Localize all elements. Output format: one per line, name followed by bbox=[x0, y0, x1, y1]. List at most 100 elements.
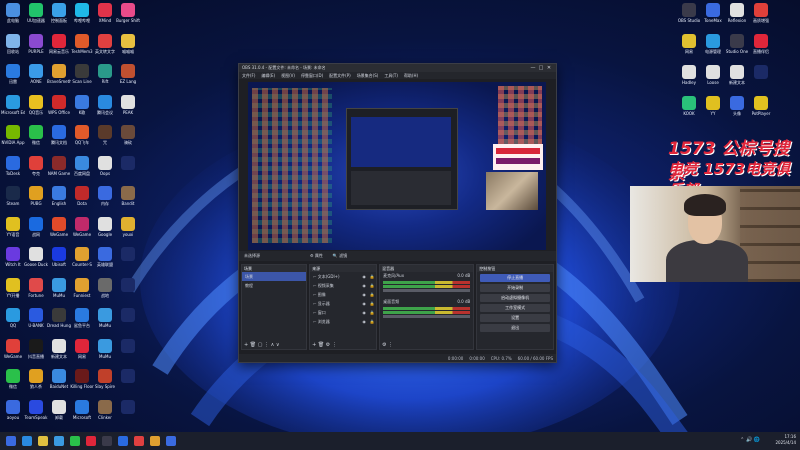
desktop-icon[interactable]: PUBG bbox=[24, 185, 48, 211]
desktop-icon[interactable]: WPS Office bbox=[47, 94, 71, 120]
taskbar-app-icon[interactable] bbox=[150, 436, 160, 446]
desktop-icon[interactable]: 腾讯文档 bbox=[47, 124, 71, 150]
desktop-icon[interactable]: XMind bbox=[93, 2, 117, 28]
taskbar-app-icon[interactable] bbox=[38, 436, 48, 446]
desktop-icon[interactable]: TeamSpeak bbox=[24, 399, 48, 425]
properties-button[interactable]: ⚙ 属性 bbox=[305, 253, 328, 259]
desktop-icon[interactable]: 鲨鱼平台 bbox=[70, 307, 94, 333]
desktop-icon[interactable]: Reflexion bbox=[725, 2, 749, 28]
desktop-icon[interactable]: 微信 bbox=[24, 124, 48, 150]
desktop-icon[interactable]: U-BANK bbox=[24, 307, 48, 333]
volume-slider[interactable] bbox=[383, 289, 471, 292]
desktop-icon[interactable]: BaiduNet bbox=[47, 368, 71, 394]
menu-profile[interactable]: 配置文件(P) bbox=[329, 73, 351, 79]
desktop-icon[interactable]: Studio One bbox=[725, 33, 749, 59]
desktop-icon[interactable]: 骑砍 bbox=[116, 124, 140, 150]
desktop-icon[interactable]: Clinker bbox=[93, 399, 117, 425]
stop-streaming-button[interactable]: 停止直播 bbox=[480, 274, 550, 282]
desktop-icon[interactable]: 迅雷 bbox=[1, 63, 25, 89]
desktop-icon[interactable]: 狼人杀 bbox=[24, 368, 48, 394]
maximize-button[interactable]: □ bbox=[537, 65, 545, 71]
menu-docks[interactable]: 停靠窗口(D) bbox=[301, 73, 323, 79]
scene-tools[interactable]: + 🗑 ▢ ⋮ ∧ ∨ bbox=[244, 342, 280, 348]
desktop-icon[interactable]: YY开播 bbox=[1, 277, 25, 303]
desktop-icon[interactable]: 哔哩哔哩 bbox=[70, 2, 94, 28]
source-tools[interactable]: + 🗑 ⚙ ⋮ bbox=[312, 342, 337, 348]
desktop-icon[interactable]: QQ bbox=[1, 307, 25, 333]
scene-item[interactable]: 场景 bbox=[242, 272, 307, 281]
desktop-icon[interactable]: WeGame bbox=[70, 216, 94, 242]
desktop-icon[interactable]: Ubisoft bbox=[47, 246, 71, 272]
desktop-icon[interactable]: Steam bbox=[1, 185, 25, 211]
menu-tools[interactable]: 工具(T) bbox=[384, 73, 398, 79]
source-item[interactable]: ⌐ 显示器 ◉ 🔒 bbox=[310, 299, 376, 308]
desktop-icon[interactable]: QQ飞车 bbox=[70, 124, 94, 150]
desktop-icon[interactable]: PEAK bbox=[116, 94, 140, 120]
desktop-icon[interactable]: BraveSmeth bbox=[47, 63, 71, 89]
desktop-icon[interactable]: Slay Spire bbox=[93, 368, 117, 394]
desktop-icon[interactable] bbox=[116, 338, 140, 364]
desktop-icon[interactable]: 网易 bbox=[677, 33, 701, 59]
desktop-icon[interactable]: MuMu bbox=[47, 277, 71, 303]
desktop-icon[interactable] bbox=[116, 399, 140, 425]
source-item[interactable]: ⌐ 窗口 ◉ 🔒 bbox=[310, 308, 376, 317]
desktop-icon[interactable]: youxi bbox=[116, 216, 140, 242]
desktop-icon[interactable]: 抖音直播 bbox=[24, 338, 48, 364]
desktop-icon[interactable]: Burger Shift bbox=[116, 2, 140, 28]
desktop-icon[interactable]: 卸载 bbox=[47, 399, 71, 425]
close-button[interactable]: ✕ bbox=[545, 65, 553, 71]
filters-button[interactable]: 🔍 滤镜 bbox=[328, 253, 352, 259]
desktop-icon[interactable]: 网易云音乐 bbox=[47, 33, 71, 59]
taskbar-app-icon[interactable] bbox=[102, 436, 112, 446]
mixer-tools[interactable]: ⚙ ⋮ bbox=[382, 342, 393, 348]
desktop-icon[interactable]: 画质增强 bbox=[749, 2, 773, 28]
obs-window[interactable]: OBS 31.0.4 - 配置文件: 未命名 - 场景: 未命名 — □ ✕ 文件(… bbox=[238, 63, 557, 363]
desktop-icon[interactable]: MuMu bbox=[93, 307, 117, 333]
taskbar-app-icon[interactable] bbox=[166, 436, 176, 446]
desktop-icon[interactable]: 战地 bbox=[93, 277, 117, 303]
desktop-icon[interactable] bbox=[116, 368, 140, 394]
desktop-icon[interactable]: K歌 bbox=[70, 94, 94, 120]
desktop-icon[interactable]: EZ Lang bbox=[116, 63, 140, 89]
desktop-icon[interactable]: QQ音乐 bbox=[24, 94, 48, 120]
source-item[interactable]: ⌐ 图像 ◉ 🔒 bbox=[310, 290, 376, 299]
desktop-icon[interactable]: English bbox=[47, 185, 71, 211]
desktop-icon[interactable]: Rift bbox=[93, 63, 117, 89]
desktop-icon[interactable]: 电源管理 bbox=[701, 33, 725, 59]
desktop-icon[interactable]: Counter-S bbox=[70, 246, 94, 272]
desktop-icon[interactable]: Scan Line bbox=[70, 63, 94, 89]
desktop-icon[interactable]: PotPlayer bbox=[749, 95, 773, 121]
desktop-icon[interactable]: MuMu bbox=[93, 338, 117, 364]
exit-button[interactable]: 退出 bbox=[480, 324, 550, 332]
virtual-camera-button[interactable]: 启动虚拟摄像机 bbox=[480, 294, 550, 302]
desktop-icon[interactable]: 控制面板 bbox=[47, 2, 71, 28]
desktop-icon[interactable]: Bandit bbox=[116, 185, 140, 211]
desktop-icon[interactable]: UU加速器 bbox=[24, 2, 48, 28]
desktop-icon[interactable]: WeGame bbox=[47, 216, 71, 242]
desktop-icon[interactable] bbox=[749, 64, 773, 90]
desktop-icon[interactable]: 微信 bbox=[1, 368, 25, 394]
desktop-icon[interactable]: Hadley bbox=[677, 64, 701, 90]
desktop-icon[interactable]: 此电脑 bbox=[1, 2, 25, 28]
desktop-icon[interactable]: Oops bbox=[93, 155, 117, 181]
scene-item[interactable]: 教程 bbox=[242, 281, 306, 290]
desktop-icon[interactable]: 喵喵喵 bbox=[116, 33, 140, 59]
desktop-icon[interactable]: 英雄联盟 bbox=[93, 246, 117, 272]
desktop-icon[interactable] bbox=[116, 307, 140, 333]
start-recording-button[interactable]: 开始录制 bbox=[480, 284, 550, 292]
desktop-icon[interactable]: OBS Studio bbox=[677, 2, 701, 28]
desktop-icon[interactable]: ToDesk bbox=[1, 155, 25, 181]
source-item[interactable]: ⌐ 文本(GDI+) ◉ 🔒 bbox=[310, 272, 376, 281]
desktop-icon[interactable]: Goose Duck bbox=[24, 246, 48, 272]
start-icon[interactable] bbox=[6, 436, 16, 446]
desktop-icon[interactable]: 新建文本 bbox=[725, 64, 749, 90]
desktop-icon[interactable]: TeshMem3 bbox=[70, 33, 94, 59]
desktop-icon[interactable]: Microsoft Edge bbox=[1, 94, 25, 120]
desktop-icon[interactable] bbox=[116, 246, 140, 272]
desktop-icon[interactable]: YY bbox=[701, 95, 725, 121]
desktop-icon[interactable]: KOOK bbox=[677, 95, 701, 121]
desktop-icon[interactable]: NVIDIA App bbox=[1, 124, 25, 150]
source-item[interactable]: ⌐ 浏览器 ◉ 🔒 bbox=[310, 317, 376, 326]
desktop-icon[interactable]: Google bbox=[93, 216, 117, 242]
desktop-icon[interactable]: 夸克 bbox=[24, 155, 48, 181]
